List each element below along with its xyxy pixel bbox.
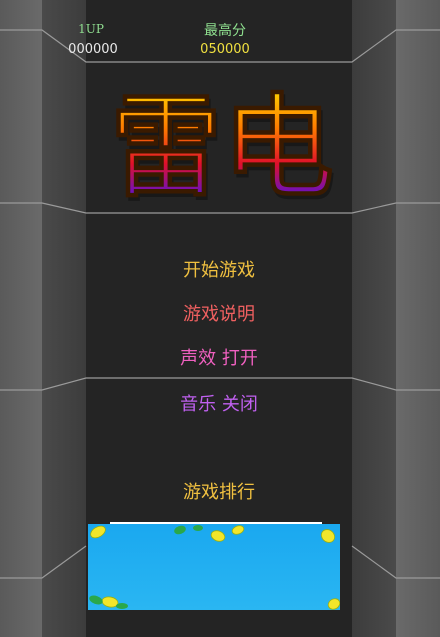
player-one-label: 1UP <box>78 22 104 36</box>
menu-start-game[interactable]: 开始游戏 <box>86 256 352 282</box>
menu-instructions[interactable]: 游戏说明 <box>86 300 352 326</box>
menu-music-toggle[interactable]: 音乐 关闭 <box>86 390 352 416</box>
menu-ranking[interactable]: 游戏排行 <box>86 478 352 504</box>
leaf-icon <box>89 595 103 605</box>
hiscore-value: 050000 <box>200 42 250 57</box>
hiscore-label: 最高分 <box>204 23 246 39</box>
leaf-icon <box>231 525 245 535</box>
game-logo: 雷电 雷电 <box>110 86 336 208</box>
leaf-icon <box>90 525 106 539</box>
leaf-icon <box>327 598 340 610</box>
leaf-icon <box>320 529 336 543</box>
leaf-icon <box>174 525 186 535</box>
player-one-score: 000000 <box>68 42 118 57</box>
game-screen: 1UP 000000 最高分 050000 雷电 雷电 开始游戏 游戏说明 声效… <box>0 0 440 637</box>
lily-leaves <box>89 525 340 610</box>
water-scene <box>88 524 340 610</box>
leaf-icon <box>193 525 203 531</box>
leaf-icon <box>116 603 128 609</box>
menu-sound-toggle[interactable]: 声效 打开 <box>86 344 352 370</box>
logo-title: 雷电 <box>110 86 334 208</box>
leaf-icon <box>210 530 226 542</box>
